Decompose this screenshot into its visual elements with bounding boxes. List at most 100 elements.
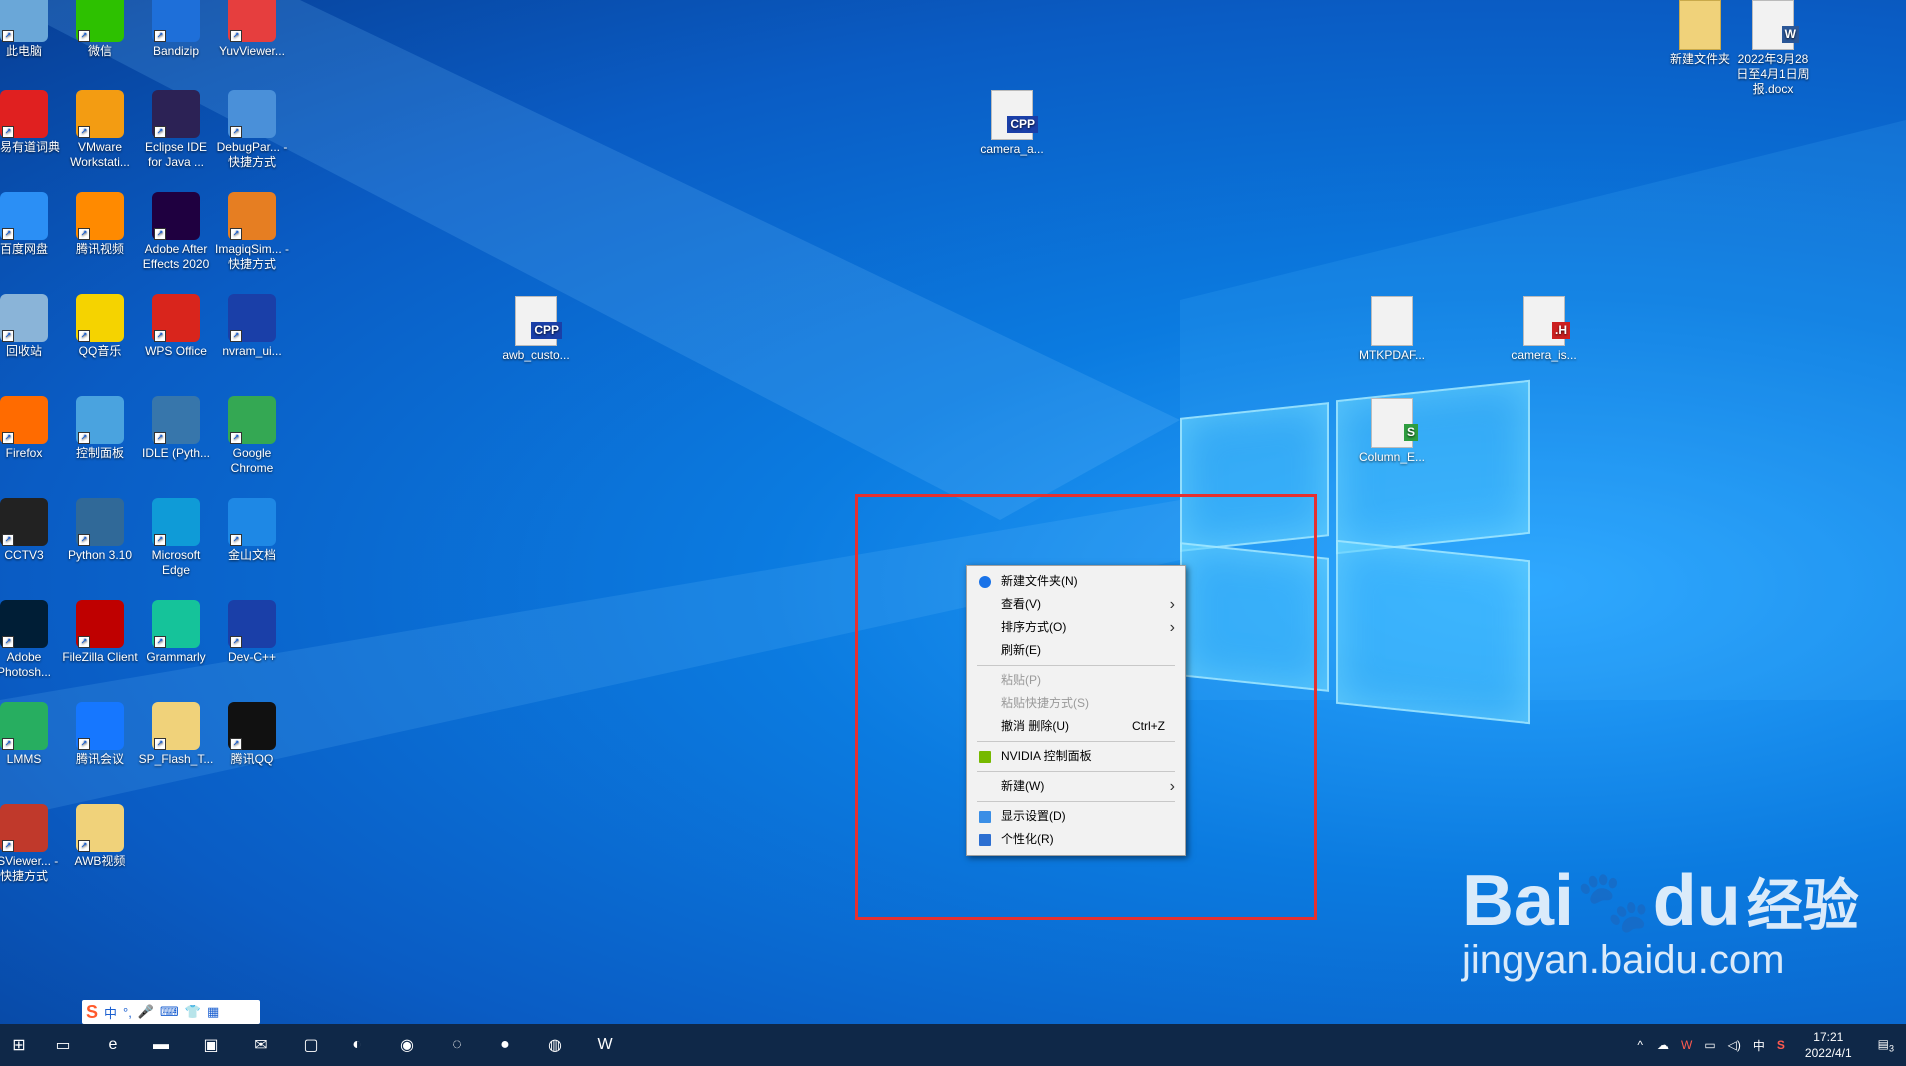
qq-icon: ↗: [228, 702, 276, 750]
context-menu-label: 新建(W): [1001, 779, 1045, 793]
desktop-icon[interactable]: ↗ Google Chrome: [214, 396, 290, 476]
clock[interactable]: 17:21 2022/4/1: [1805, 1029, 1852, 1061]
desktop-icon[interactable]: ↗ 控制面板: [62, 396, 138, 461]
desktop-file[interactable]: S Column_E...: [1352, 398, 1432, 465]
skin-icon[interactable]: 👕: [185, 1004, 201, 1020]
wps-tray-icon[interactable]: W: [1681, 1038, 1692, 1052]
shortcut-arrow-icon: ↗: [78, 840, 90, 852]
desktop-icon[interactable]: ↗ 腾讯会议: [62, 702, 138, 767]
imagiqsim-icon[interactable]: ◐: [342, 1030, 372, 1060]
file-explorer-icon[interactable]: ▬: [146, 1030, 176, 1060]
network-icon[interactable]: ▭: [1704, 1038, 1715, 1052]
context-menu-item: 粘贴快捷方式(S): [967, 692, 1185, 715]
shortcut-arrow-icon: ↗: [2, 30, 14, 42]
store-icon[interactable]: ▣: [196, 1030, 226, 1060]
context-menu-item[interactable]: 新建文件夹(N): [967, 570, 1185, 593]
desktop-icon[interactable]: ↗ FSViewer... - 快捷方式: [0, 804, 62, 884]
shortcut-arrow-icon: ↗: [230, 636, 242, 648]
desktop-icon[interactable]: ↗ DebugPar... - 快捷方式: [214, 90, 290, 170]
desktop-icon[interactable]: ↗ Bandizip: [138, 0, 214, 59]
context-menu-item[interactable]: 刷新(E): [967, 639, 1185, 662]
app-window-icon[interactable]: ▢: [296, 1030, 326, 1060]
desktop-icon[interactable]: ↗ 网易有道词典: [0, 90, 62, 155]
desktop-icon[interactable]: ↗ 腾讯视频: [62, 192, 138, 257]
microphone-icon[interactable]: 🎤: [138, 1004, 154, 1020]
context-menu-label: 个性化(R): [1001, 832, 1054, 846]
edge-icon[interactable]: e: [98, 1030, 128, 1060]
sogou-icon[interactable]: S: [86, 1002, 98, 1023]
folder-icon: [1679, 0, 1721, 50]
kdocs-icon: ↗: [228, 498, 276, 546]
desktop[interactable]: ↗ 此电脑 ↗ 微信 ↗ Bandizip ↗ YuvViewer... ↗ 网易有道词典 ↗ VMw…: [0, 0, 1906, 1024]
windows-start-icon[interactable]: ⊞: [4, 1030, 34, 1060]
ime-mode-icon[interactable]: 中: [104, 1003, 117, 1022]
desktop-icon[interactable]: ↗ Eclipse IDE for Java ...: [138, 90, 214, 170]
onedrive-icon[interactable]: ☁: [1657, 1038, 1669, 1052]
tray-ime[interactable]: 中: [1753, 1037, 1765, 1054]
desktop-icon-label: 腾讯视频: [75, 242, 124, 256]
desktop-icon[interactable]: ↗ FileZilla Client: [62, 600, 138, 665]
context-menu-item[interactable]: 撤消 删除(U) Ctrl+Z: [967, 715, 1185, 738]
desktop-icon-label: 控制面板: [75, 446, 124, 460]
desktop-icon[interactable]: ↗ nvram_ui...: [214, 294, 290, 359]
desktop-icon[interactable]: ↗ 腾讯QQ: [214, 702, 290, 767]
context-menu-item[interactable]: 个性化(R): [967, 828, 1185, 851]
shortcut-arrow-icon: ↗: [78, 636, 90, 648]
wechat-icon[interactable]: ◌: [442, 1030, 472, 1060]
desktop-icon-label: 百度网盘: [0, 242, 48, 256]
desktop-file[interactable]: CPP awb_custo...: [496, 296, 576, 363]
chevron-right-icon: ›: [1169, 596, 1175, 613]
volume-icon[interactable]: ◁): [1728, 1038, 1741, 1052]
ime-toolbar[interactable]: S 中 °, 🎤 ⌨ 👕 ▦: [82, 1000, 260, 1024]
qq-music-icon[interactable]: ●: [490, 1030, 520, 1060]
keyboard-icon[interactable]: ⌨: [160, 1004, 179, 1020]
desktop-file[interactable]: W 2022年3月28日至4月1日周报.docx: [1733, 0, 1813, 97]
context-menu-item[interactable]: 排序方式(O) ›: [967, 616, 1185, 639]
desktop-icon[interactable]: ↗ AWB视频: [62, 804, 138, 869]
context-menu-item[interactable]: 查看(V) ›: [967, 593, 1185, 616]
desktop-icon[interactable]: ↗ YuvViewer...: [214, 0, 290, 59]
desktop-icon-label: Bandizip: [152, 44, 200, 58]
desktop-file[interactable]: MTKPDAF...: [1352, 296, 1432, 363]
notification-center-icon[interactable]: ▤3: [1878, 1037, 1894, 1053]
desktop-icon[interactable]: ↗ LMMS: [0, 702, 62, 767]
fsviewer-icon: ↗: [0, 804, 48, 852]
desktop-icon-label: 腾讯QQ: [230, 752, 274, 766]
task-view-icon[interactable]: ▭: [48, 1030, 78, 1060]
desktop-file[interactable]: 新建文件夹: [1660, 0, 1740, 67]
desktop-icon[interactable]: ↗ QQ音乐: [62, 294, 138, 359]
desktop-file[interactable]: .H camera_is...: [1504, 296, 1584, 363]
desktop-icon[interactable]: ↗ Python 3.10: [62, 498, 138, 563]
context-menu-item[interactable]: 新建(W) ›: [967, 775, 1185, 798]
show-hidden-icons-icon[interactable]: ^: [1637, 1038, 1643, 1052]
desktop-file[interactable]: CPP camera_a...: [972, 90, 1052, 157]
desktop-icon[interactable]: ↗ 回收站: [0, 294, 62, 359]
context-menu-item[interactable]: NVIDIA 控制面板: [967, 745, 1185, 768]
desktop-icon[interactable]: ↗ Dev-C++: [214, 600, 290, 665]
punctuation-icon[interactable]: °,: [123, 1005, 132, 1020]
desktop-icon[interactable]: ↗ 微信: [62, 0, 138, 59]
desktop-icon[interactable]: ↗ ImagiqSim... - 快捷方式: [214, 192, 290, 272]
context-menu-item[interactable]: 显示设置(D): [967, 805, 1185, 828]
desktop-icon[interactable]: ↗ Adobe After Effects 2020: [138, 192, 214, 272]
desktop-icon-label: QQ音乐: [78, 344, 122, 358]
desktop-icon[interactable]: ↗ VMware Workstati...: [62, 90, 138, 170]
desktop-icon[interactable]: ↗ WPS Office: [138, 294, 214, 359]
mail-icon[interactable]: ✉: [246, 1030, 276, 1060]
fsviewer-icon[interactable]: ◉: [392, 1030, 422, 1060]
chrome-icon[interactable]: ◍: [540, 1030, 570, 1060]
desktop-icon[interactable]: ↗ Firefox: [0, 396, 62, 461]
toolbox-icon[interactable]: ▦: [207, 1004, 219, 1020]
desktop-icon[interactable]: ↗ SP_Flash_T...: [138, 702, 214, 767]
desktop-icon[interactable]: ↗ IDLE (Pyth...: [138, 396, 214, 461]
desktop-icon[interactable]: ↗ Grammarly: [138, 600, 214, 665]
desktop-icon[interactable]: ↗ 百度网盘: [0, 192, 62, 257]
desktop-icon[interactable]: ↗ CCTV3: [0, 498, 62, 563]
desktop-icon[interactable]: ↗ Adobe Photosh...: [0, 600, 62, 680]
desktop-icon[interactable]: ↗ 此电脑: [0, 0, 62, 59]
desktop-icon[interactable]: ↗ Microsoft Edge: [138, 498, 214, 578]
sogou-tray-icon[interactable]: S: [1777, 1038, 1785, 1052]
wps-icon[interactable]: W: [590, 1030, 620, 1060]
desktop-icon[interactable]: ↗ 金山文档: [214, 498, 290, 563]
desktop-icon-label: Microsoft Edge: [151, 548, 201, 577]
